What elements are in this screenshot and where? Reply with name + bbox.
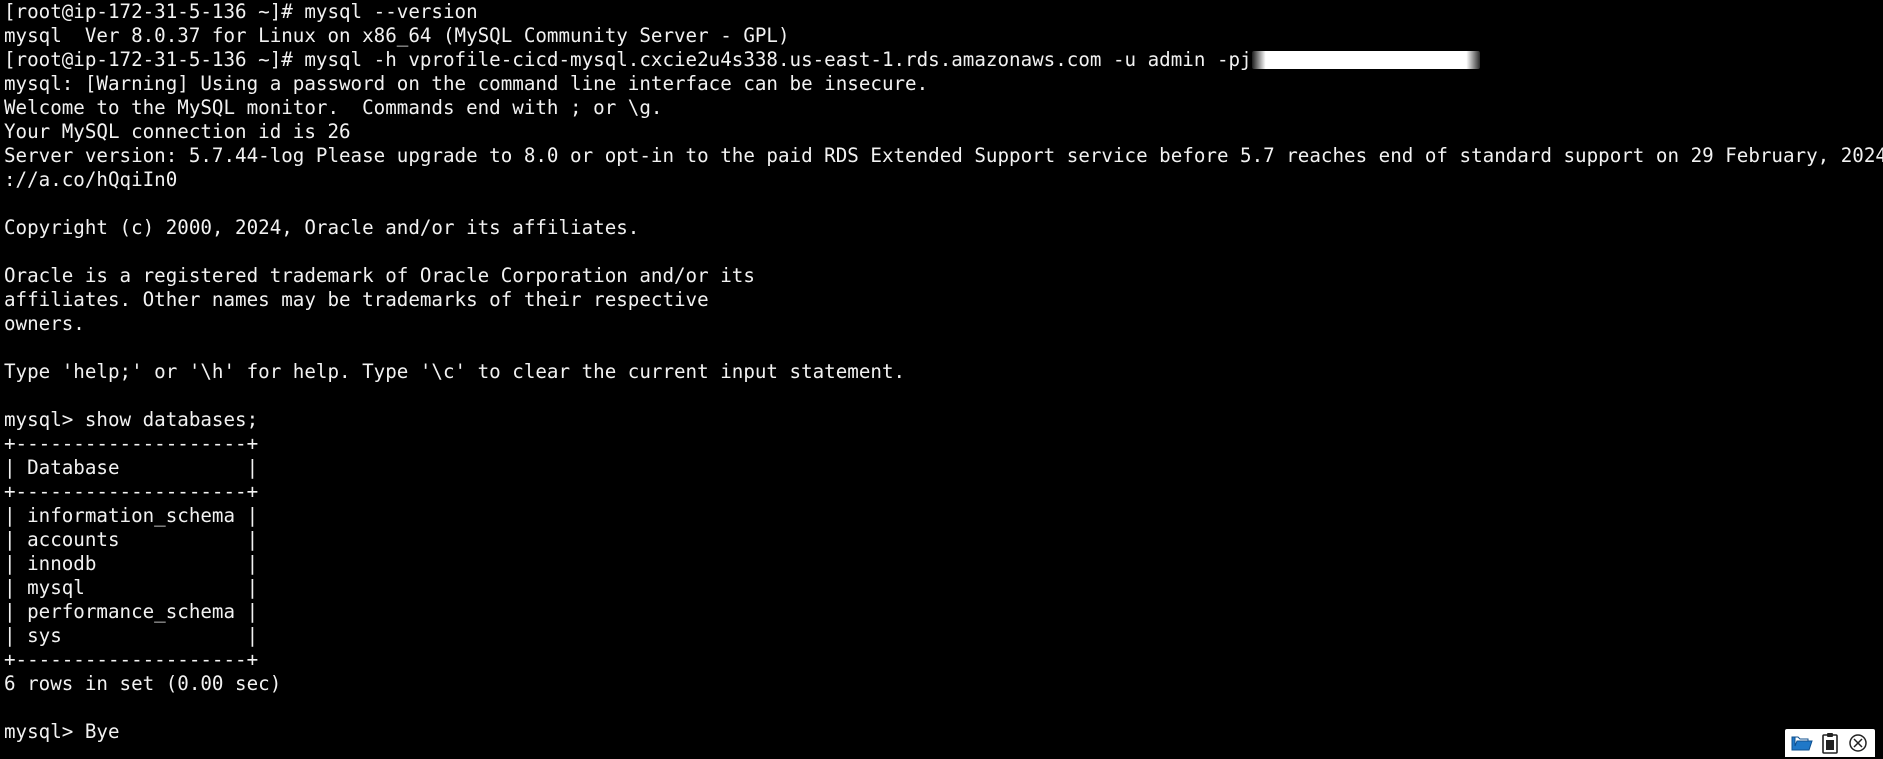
redacted-password — [1251, 51, 1480, 69]
table-border: +--------------------+ — [4, 480, 259, 503]
terminal-line: mysql Ver 8.0.37 for Linux on x86_64 (My… — [4, 24, 790, 47]
folder-icon[interactable] — [1790, 731, 1814, 755]
table-row: | information_schema | — [4, 504, 259, 527]
mysql-connect-command: [root@ip-172-31-5-136 ~]# mysql -h vprof… — [4, 48, 1252, 71]
table-row: | accounts | — [4, 528, 259, 551]
table-row: | innodb | — [4, 552, 259, 575]
terminal-line: mysql> show databases; — [4, 408, 259, 431]
clipboard-icon[interactable] — [1818, 731, 1842, 755]
terminal-line: [root@ip-172-31-5-136 ~]# mysql -h vprof… — [4, 48, 1879, 72]
terminal-line: Welcome to the MySQL monitor. Commands e… — [4, 96, 663, 119]
terminal-line: Your MySQL connection id is 26 — [4, 120, 351, 143]
terminal-line: Oracle is a registered trademark of Orac… — [4, 264, 755, 287]
table-row: | mysql | — [4, 576, 259, 599]
terminal-line: mysql> Bye — [4, 720, 120, 743]
table-border: +--------------------+ — [4, 648, 259, 671]
terminal-toolbar — [1785, 729, 1875, 757]
terminal-line: affiliates. Other names may be trademark… — [4, 288, 709, 311]
terminal-line: Copyright (c) 2000, 2024, Oracle and/or … — [4, 216, 640, 239]
table-row: | sys | — [4, 624, 259, 647]
close-icon[interactable] — [1846, 731, 1870, 755]
table-header: | Database | — [4, 456, 259, 479]
terminal-line: [root@ip-172-31-5-136 ~]# mysql --versio… — [4, 0, 478, 23]
terminal-line: owners. — [4, 312, 85, 335]
terminal-line: ://a.co/hQqiIn0 — [4, 168, 178, 191]
terminal-output[interactable]: [root@ip-172-31-5-136 ~]# mysql --versio… — [4, 0, 1883, 743]
terminal-line: 6 rows in set (0.00 sec) — [4, 672, 282, 695]
table-row: | performance_schema | — [4, 600, 259, 623]
terminal-line: Server version: 5.7.44-log Please upgrad… — [4, 144, 1883, 167]
terminal-line: mysql: [Warning] Using a password on the… — [4, 72, 929, 95]
terminal-line: Type 'help;' or '\h' for help. Type '\c'… — [4, 360, 906, 383]
table-border: +--------------------+ — [4, 432, 259, 455]
